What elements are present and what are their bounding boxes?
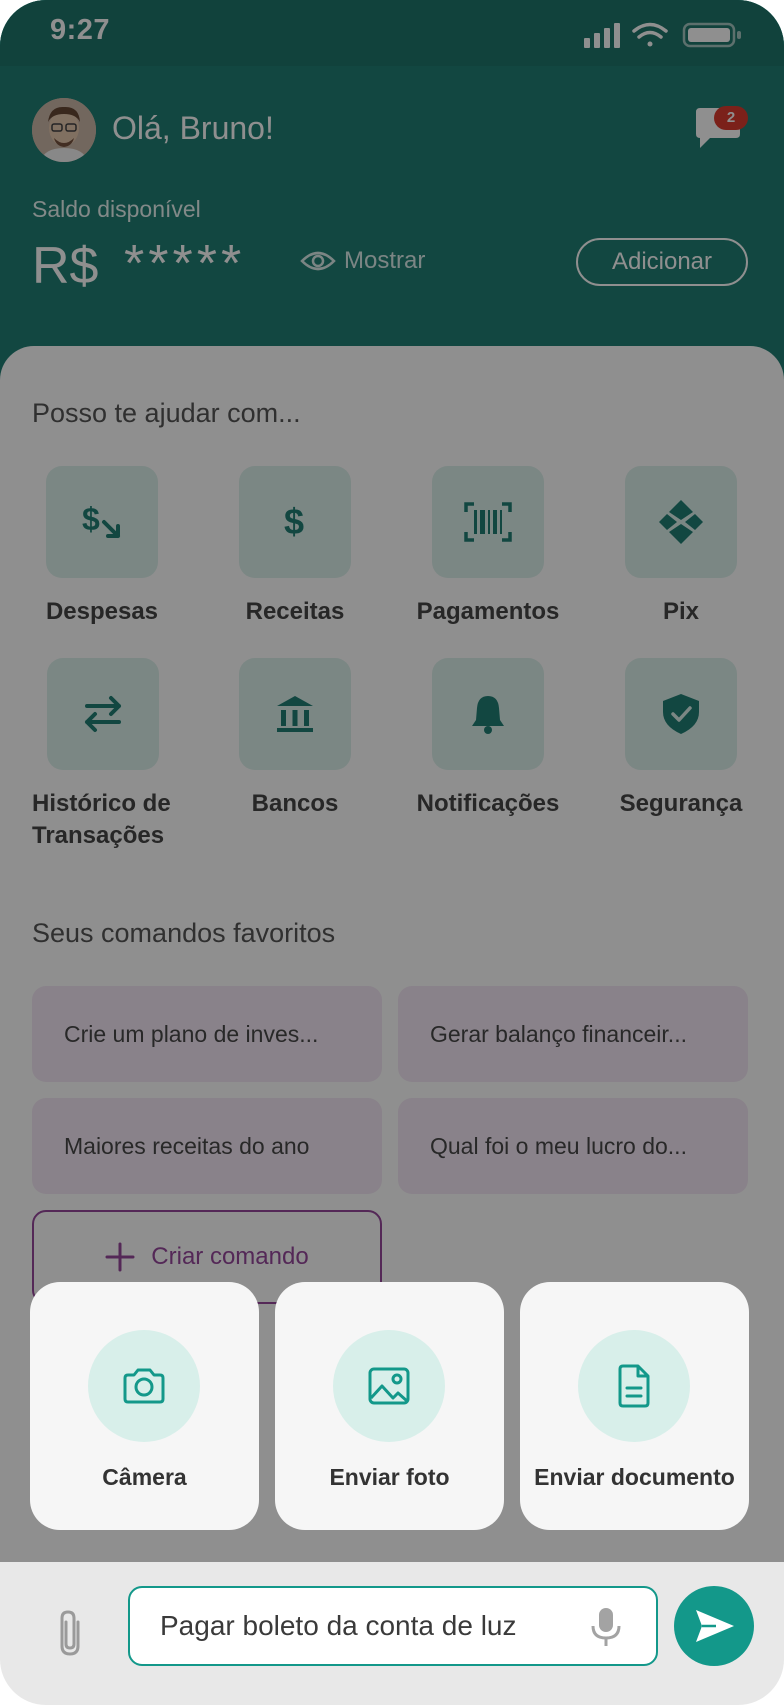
image-icon [368, 1367, 410, 1405]
message-composer: Pagar boleto da conta de luz [0, 1562, 784, 1705]
attach-label: Câmera [102, 1464, 187, 1490]
microphone-icon[interactable] [586, 1606, 626, 1648]
send-button[interactable] [674, 1586, 754, 1666]
attach-icon-circle [578, 1330, 690, 1442]
message-input[interactable]: Pagar boleto da conta de luz [128, 1586, 658, 1666]
attach-icon-circle [88, 1330, 200, 1442]
message-input-text: Pagar boleto da conta de luz [160, 1610, 517, 1641]
attach-label: Enviar foto [329, 1464, 450, 1490]
attach-camera-option[interactable]: Câmera [30, 1282, 259, 1530]
paperclip-icon[interactable] [52, 1608, 92, 1660]
attach-document-option[interactable]: Enviar documento [520, 1282, 749, 1530]
attach-photo-option[interactable]: Enviar foto [275, 1282, 504, 1530]
attach-label: Enviar documento [534, 1464, 735, 1490]
document-icon [618, 1364, 650, 1408]
camera-icon [123, 1368, 165, 1404]
send-icon [696, 1610, 734, 1642]
phone-screen: 9:27 Olá, Bruno! 2 Saldo disponível R$ *… [0, 0, 784, 1705]
attach-icon-circle [333, 1330, 445, 1442]
